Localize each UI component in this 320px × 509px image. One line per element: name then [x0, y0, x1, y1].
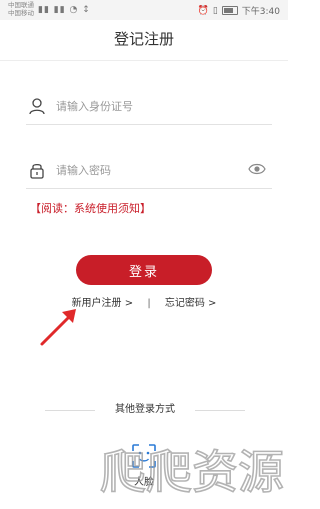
status-time: 下午3:40	[241, 7, 280, 17]
battery-icon	[221, 6, 238, 15]
user-icon	[29, 98, 45, 115]
signal-wifi-icons: ▮▮ ▮▮ ◔ ↕	[38, 5, 91, 15]
divider-line-right	[195, 410, 245, 411]
password-input[interactable]	[54, 159, 248, 181]
annotation-arrow-icon	[40, 309, 76, 346]
status-right: ⏰ ▯ 下午3:40	[197, 4, 280, 18]
carrier-2: 中国移动	[8, 9, 34, 17]
alarm-icon: ⏰	[197, 5, 209, 16]
face-login-button[interactable]: 人脸	[120, 443, 168, 493]
vibrate-icon: ▯	[212, 5, 218, 16]
id-number-field	[26, 86, 272, 125]
id-number-input[interactable]	[54, 95, 248, 117]
face-scan-icon	[132, 444, 156, 468]
forgot-password-link[interactable]: 忘记密码 >	[165, 294, 217, 309]
carrier-labels: 中国联通 中国移动	[8, 1, 34, 17]
system-notice-link[interactable]: 【阅读：系统使用须知】	[30, 200, 151, 216]
page-title: 登记注册	[0, 20, 288, 61]
carrier-1: 中国联通	[8, 1, 34, 9]
login-button[interactable]: 登录	[76, 255, 212, 285]
other-login-divider: 其他登录方式	[45, 403, 245, 417]
eye-icon[interactable]	[248, 162, 266, 176]
status-bar: 中国联通 中国移动 ▮▮ ▮▮ ◔ ↕ ⏰ ▯ 下午3:40	[0, 0, 288, 20]
face-login-label: 人脸	[134, 477, 154, 488]
link-separator: |	[147, 298, 151, 309]
lock-icon	[30, 163, 44, 179]
password-field	[26, 150, 272, 189]
